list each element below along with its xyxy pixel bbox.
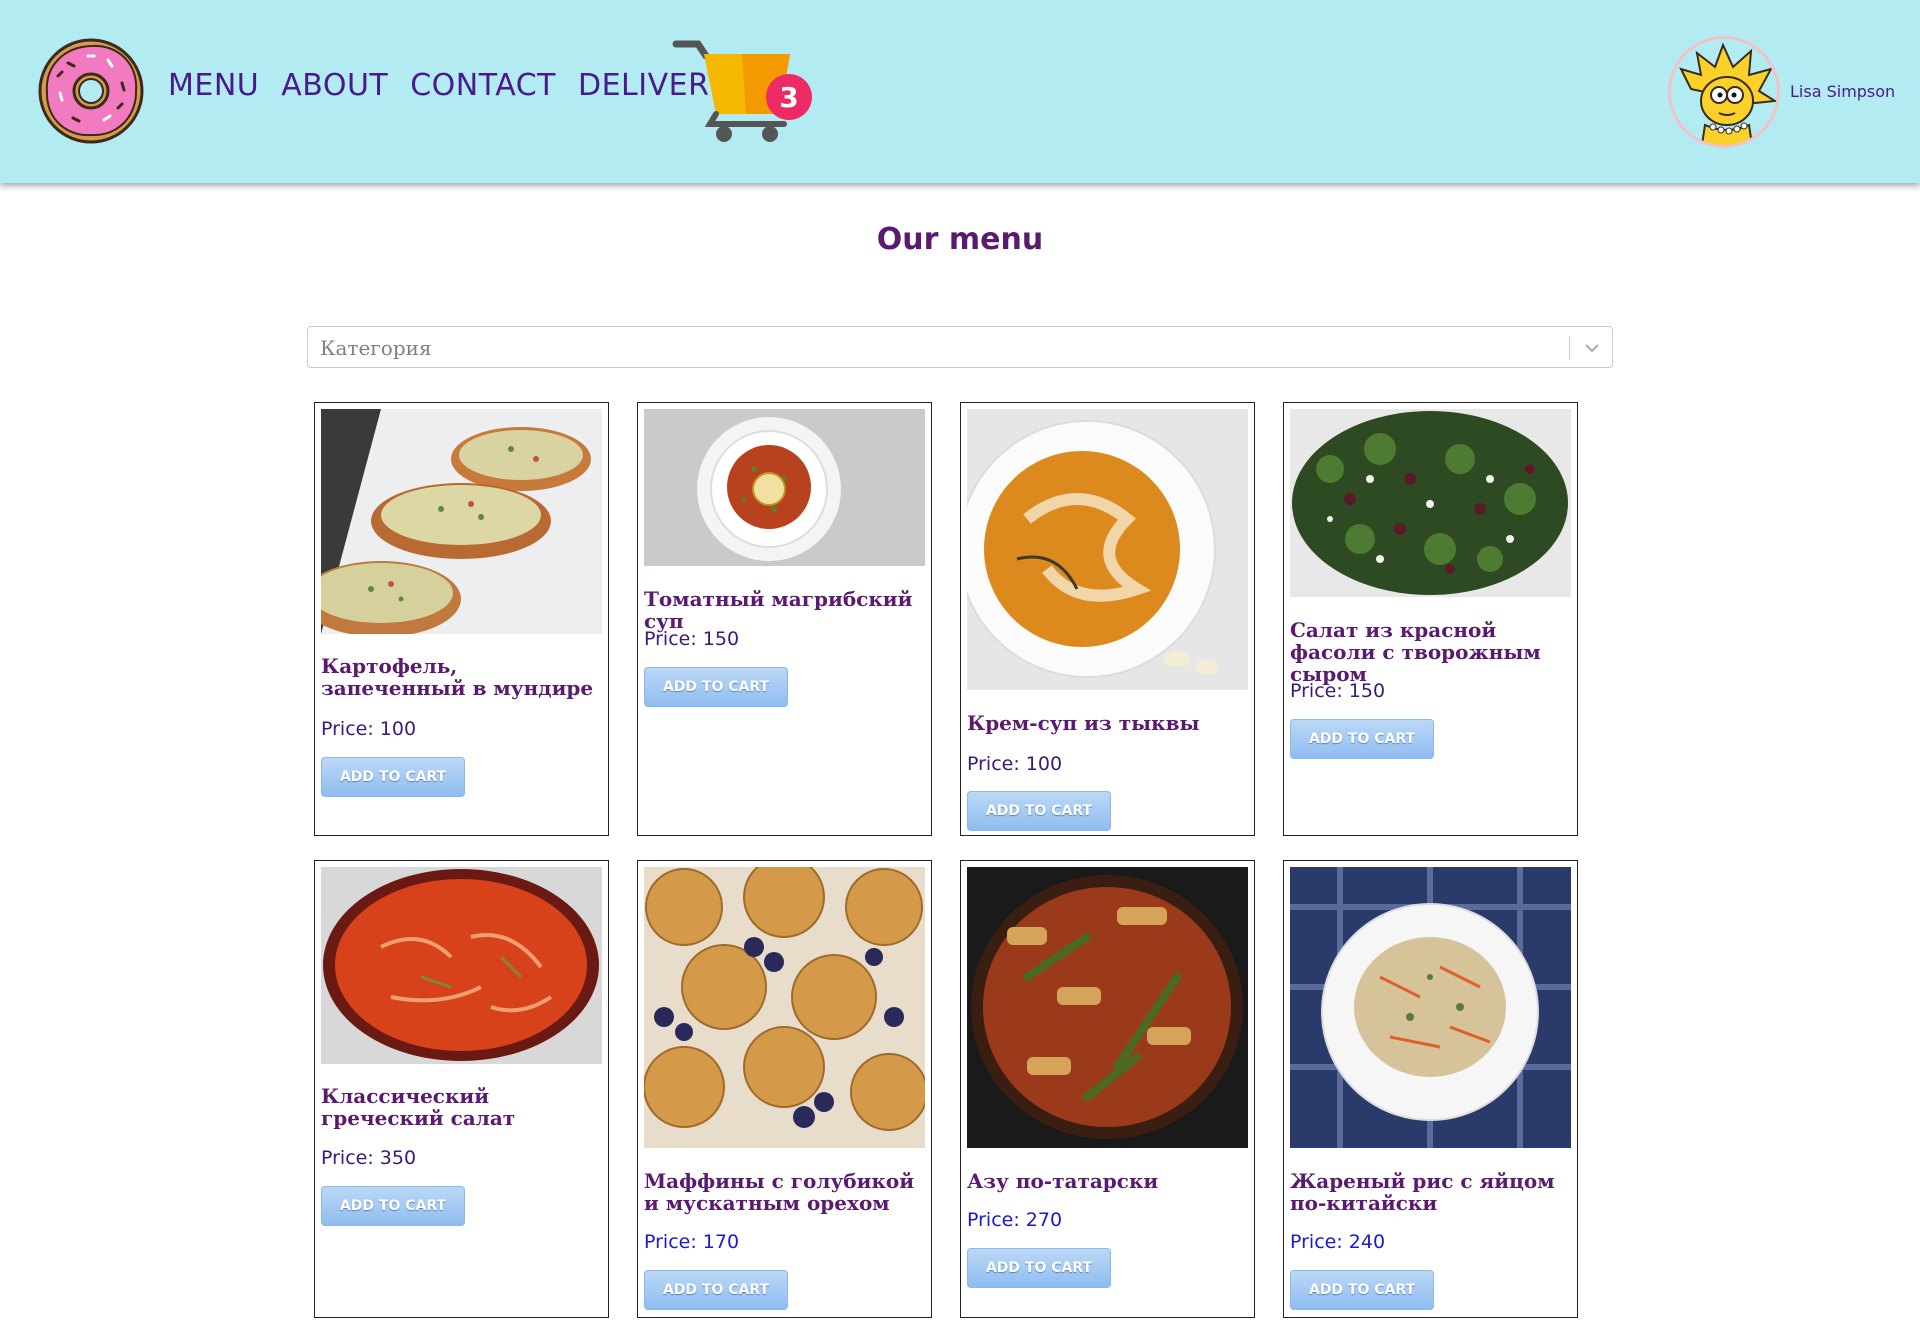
add-to-cart-button[interactable]: ADD TO CART [644,667,788,707]
select-separator [1569,336,1570,360]
product-price: Price: 100 [321,718,417,740]
product-image-fried-rice [1290,867,1571,1148]
product-price: Price: 270 [967,1209,1063,1231]
page-title: Our menu [876,222,1044,257]
add-to-cart-button[interactable]: ADD TO CART [1290,1270,1434,1310]
product-card: Крем-суп из тыквы Price: 100 ADD TO CART [960,402,1255,836]
nav-contact[interactable]: CONTACT [410,68,556,103]
product-image-bean-salad [1290,409,1571,597]
add-to-cart-button[interactable]: ADD TO CART [321,757,465,797]
product-price: Price: 240 [1290,1231,1386,1253]
product-price: Price: 150 [644,628,740,650]
product-card: Картофель, запеченный в мундире Price: 1… [314,402,609,836]
product-image-azu [967,867,1248,1148]
product-name: Томатный магрибский суп [644,587,913,633]
chevron-down-icon[interactable] [1582,338,1602,358]
product-card: Салат из красной фасоли с творожным сыро… [1283,402,1578,836]
product-card: Маффины с голубикой и мускатным орехом P… [637,860,932,1318]
add-to-cart-button[interactable]: ADD TO CART [644,1270,788,1310]
add-to-cart-button[interactable]: ADD TO CART [967,1248,1111,1288]
cart-count-badge: 3 [766,74,812,120]
product-name: Азу по-татарски [967,1169,1159,1193]
product-price: Price: 170 [644,1231,740,1253]
user-name[interactable]: Lisa Simpson [1790,82,1895,101]
product-card: Азу по-татарски Price: 270 ADD TO CART [960,860,1255,1318]
product-card: Томатный магрибский суп Price: 150 ADD T… [637,402,932,836]
product-name: Жареный рис с яйцом по-китайски [1290,1169,1555,1215]
site-header: MENU ABOUT CONTACT DELIVERY 3 Lisa Simps… [0,0,1920,183]
product-image-blueberry-muffins [644,867,925,1148]
product-card: Жареный рис с яйцом по-китайски Price: 2… [1283,860,1578,1318]
product-image-greek-salad [321,867,602,1064]
add-to-cart-button[interactable]: ADD TO CART [1290,719,1434,759]
product-name: Картофель, запеченный в мундире [321,654,594,700]
product-image-pumpkin-soup [967,409,1248,690]
product-name: Крем-суп из тыквы [967,711,1200,735]
product-name: Классический греческий салат [321,1084,516,1130]
nav-about[interactable]: ABOUT [281,68,388,103]
user-avatar-icon[interactable] [1668,36,1780,148]
product-image-baked-potato [321,409,602,634]
product-price: Price: 350 [321,1147,417,1169]
product-name: Салат из красной фасоли с творожным сыро… [1290,618,1541,686]
category-select-placeholder: Категория [320,336,432,360]
product-price: Price: 150 [1290,680,1386,702]
donut-icon[interactable] [38,38,144,144]
main-nav: MENU ABOUT CONTACT DELIVERY [168,68,726,103]
category-select[interactable]: Категория [307,326,1613,368]
add-to-cart-button[interactable]: ADD TO CART [967,791,1111,831]
product-card: Классический греческий салат Price: 350 … [314,860,609,1318]
nav-menu[interactable]: MENU [168,68,259,103]
product-price: Price: 100 [967,753,1063,775]
product-name: Маффины с голубикой и мускатным орехом [644,1169,915,1215]
add-to-cart-button[interactable]: ADD TO CART [321,1186,465,1226]
product-image-tomato-soup [644,409,925,566]
